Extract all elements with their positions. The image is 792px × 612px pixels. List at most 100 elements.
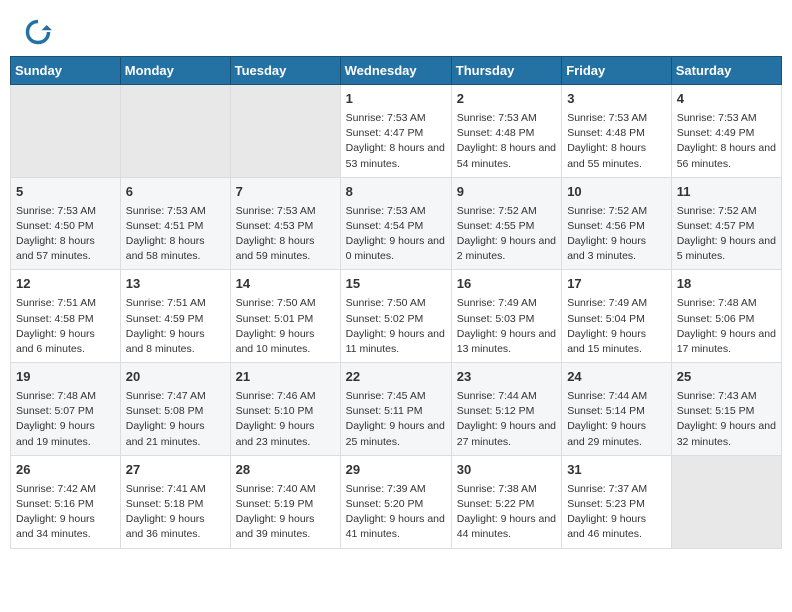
calendar-cell: 2 Sunrise: 7:53 AM Sunset: 4:48 PM Daylig… (451, 85, 561, 178)
day-info: Sunrise: 7:48 AM Sunset: 5:06 PM Dayligh… (677, 296, 776, 357)
day-info: Sunrise: 7:47 AM Sunset: 5:08 PM Dayligh… (126, 389, 225, 450)
day-number: 17 (567, 275, 666, 294)
day-info: Sunrise: 7:51 AM Sunset: 4:58 PM Dayligh… (16, 296, 115, 357)
day-info: Sunrise: 7:53 AM Sunset: 4:51 PM Dayligh… (126, 204, 225, 265)
day-number: 23 (457, 368, 556, 387)
day-info: Sunrise: 7:38 AM Sunset: 5:22 PM Dayligh… (457, 482, 556, 543)
day-number: 13 (126, 275, 225, 294)
day-number: 9 (457, 183, 556, 202)
calendar-cell: 6 Sunrise: 7:53 AM Sunset: 4:51 PM Daylig… (120, 177, 230, 270)
day-info: Sunrise: 7:52 AM Sunset: 4:55 PM Dayligh… (457, 204, 556, 265)
calendar-cell: 17 Sunrise: 7:49 AM Sunset: 5:04 PM Dayli… (562, 270, 672, 363)
day-info: Sunrise: 7:50 AM Sunset: 5:01 PM Dayligh… (236, 296, 335, 357)
day-number: 28 (236, 461, 335, 480)
calendar-cell: 7Sunrise: 7:53 AM Sunset: 4:53 PM Daylig… (230, 177, 340, 270)
day-info: Sunrise: 7:39 AM Sunset: 5:20 PM Dayligh… (346, 482, 446, 543)
weekday-header-tuesday: Tuesday (230, 57, 340, 85)
calendar-cell: 25Sunrise: 7:43 AM Sunset: 5:15 PM Dayli… (671, 363, 781, 456)
weekday-header-friday: Friday (562, 57, 672, 85)
day-number: 25 (677, 368, 776, 387)
day-info: Sunrise: 7:53 AM Sunset: 4:50 PM Dayligh… (16, 204, 115, 265)
day-number: 24 (567, 368, 666, 387)
calendar-cell: 20 Sunrise: 7:47 AM Sunset: 5:08 PM Dayli… (120, 363, 230, 456)
calendar-cell: 18Sunrise: 7:48 AM Sunset: 5:06 PM Dayli… (671, 270, 781, 363)
day-number: 10 (567, 183, 666, 202)
week-row-5: 26Sunrise: 7:42 AM Sunset: 5:16 PM Dayli… (11, 455, 782, 548)
calendar-cell (230, 85, 340, 178)
day-info: Sunrise: 7:37 AM Sunset: 5:23 PM Dayligh… (567, 482, 666, 543)
day-number: 30 (457, 461, 556, 480)
calendar-cell: 22 Sunrise: 7:45 AM Sunset: 5:11 PM Dayli… (340, 363, 451, 456)
calendar-cell: 4 Sunrise: 7:53 AM Sunset: 4:49 PM Daylig… (671, 85, 781, 178)
day-number: 19 (16, 368, 115, 387)
week-row-4: 19 Sunrise: 7:48 AM Sunset: 5:07 PM Dayli… (11, 363, 782, 456)
day-number: 27 (126, 461, 225, 480)
calendar-wrapper: SundayMondayTuesdayWednesdayThursdayFrid… (0, 56, 792, 559)
weekday-header-wednesday: Wednesday (340, 57, 451, 85)
week-row-2: 5 Sunrise: 7:53 AM Sunset: 4:50 PM Daylig… (11, 177, 782, 270)
calendar-cell: 15 Sunrise: 7:50 AM Sunset: 5:02 PM Dayli… (340, 270, 451, 363)
day-number: 29 (346, 461, 446, 480)
calendar-cell: 8 Sunrise: 7:53 AM Sunset: 4:54 PM Daylig… (340, 177, 451, 270)
week-row-1: 1 Sunrise: 7:53 AM Sunset: 4:47 PM Daylig… (11, 85, 782, 178)
calendar-cell: 28 Sunrise: 7:40 AM Sunset: 5:19 PM Dayli… (230, 455, 340, 548)
calendar-cell: 16Sunrise: 7:49 AM Sunset: 5:03 PM Dayli… (451, 270, 561, 363)
weekday-header-monday: Monday (120, 57, 230, 85)
day-number: 22 (346, 368, 446, 387)
calendar-cell: 21Sunrise: 7:46 AM Sunset: 5:10 PM Dayli… (230, 363, 340, 456)
day-number: 11 (677, 183, 776, 202)
day-number: 1 (346, 90, 446, 109)
calendar-cell: 30 Sunrise: 7:38 AM Sunset: 5:22 PM Dayli… (451, 455, 561, 548)
calendar-cell: 29 Sunrise: 7:39 AM Sunset: 5:20 PM Dayli… (340, 455, 451, 548)
day-number: 2 (457, 90, 556, 109)
weekday-header-saturday: Saturday (671, 57, 781, 85)
day-number: 3 (567, 90, 666, 109)
day-info: Sunrise: 7:53 AM Sunset: 4:54 PM Dayligh… (346, 204, 446, 265)
calendar-cell: 26Sunrise: 7:42 AM Sunset: 5:16 PM Dayli… (11, 455, 121, 548)
day-number: 14 (236, 275, 335, 294)
day-number: 15 (346, 275, 446, 294)
day-number: 12 (16, 275, 115, 294)
day-info: Sunrise: 7:53 AM Sunset: 4:48 PM Dayligh… (457, 111, 556, 172)
day-info: Sunrise: 7:53 AM Sunset: 4:47 PM Dayligh… (346, 111, 446, 172)
day-info: Sunrise: 7:53 AM Sunset: 4:49 PM Dayligh… (677, 111, 776, 172)
calendar-cell: 9 Sunrise: 7:52 AM Sunset: 4:55 PM Daylig… (451, 177, 561, 270)
day-info: Sunrise: 7:40 AM Sunset: 5:19 PM Dayligh… (236, 482, 335, 543)
day-number: 5 (16, 183, 115, 202)
calendar-cell: 24 Sunrise: 7:44 AM Sunset: 5:14 PM Dayli… (562, 363, 672, 456)
day-number: 31 (567, 461, 666, 480)
weekday-header-thursday: Thursday (451, 57, 561, 85)
day-info: Sunrise: 7:49 AM Sunset: 5:03 PM Dayligh… (457, 296, 556, 357)
day-number: 6 (126, 183, 225, 202)
day-info: Sunrise: 7:50 AM Sunset: 5:02 PM Dayligh… (346, 296, 446, 357)
day-info: Sunrise: 7:52 AM Sunset: 4:57 PM Dayligh… (677, 204, 776, 265)
calendar-table: SundayMondayTuesdayWednesdayThursdayFrid… (10, 56, 782, 549)
calendar-cell: 14 Sunrise: 7:50 AM Sunset: 5:01 PM Dayli… (230, 270, 340, 363)
calendar-cell (120, 85, 230, 178)
day-number: 8 (346, 183, 446, 202)
logo-icon (24, 18, 52, 46)
day-number: 26 (16, 461, 115, 480)
calendar-cell (671, 455, 781, 548)
calendar-cell: 27Sunrise: 7:41 AM Sunset: 5:18 PM Dayli… (120, 455, 230, 548)
week-row-3: 12 Sunrise: 7:51 AM Sunset: 4:58 PM Dayli… (11, 270, 782, 363)
day-info: Sunrise: 7:44 AM Sunset: 5:12 PM Dayligh… (457, 389, 556, 450)
day-number: 7 (236, 183, 335, 202)
day-info: Sunrise: 7:45 AM Sunset: 5:11 PM Dayligh… (346, 389, 446, 450)
weekday-header-sunday: Sunday (11, 57, 121, 85)
calendar-cell: 10Sunrise: 7:52 AM Sunset: 4:56 PM Dayli… (562, 177, 672, 270)
day-info: Sunrise: 7:48 AM Sunset: 5:07 PM Dayligh… (16, 389, 115, 450)
calendar-cell: 12 Sunrise: 7:51 AM Sunset: 4:58 PM Dayli… (11, 270, 121, 363)
day-info: Sunrise: 7:44 AM Sunset: 5:14 PM Dayligh… (567, 389, 666, 450)
calendar-cell: 31 Sunrise: 7:37 AM Sunset: 5:23 PM Dayli… (562, 455, 672, 548)
calendar-cell: 23 Sunrise: 7:44 AM Sunset: 5:12 PM Dayli… (451, 363, 561, 456)
day-info: Sunrise: 7:49 AM Sunset: 5:04 PM Dayligh… (567, 296, 666, 357)
calendar-cell: 1 Sunrise: 7:53 AM Sunset: 4:47 PM Daylig… (340, 85, 451, 178)
day-number: 20 (126, 368, 225, 387)
day-info: Sunrise: 7:46 AM Sunset: 5:10 PM Dayligh… (236, 389, 335, 450)
calendar-cell (11, 85, 121, 178)
calendar-cell: 3Sunrise: 7:53 AM Sunset: 4:48 PM Daylig… (562, 85, 672, 178)
weekday-header-row: SundayMondayTuesdayWednesdayThursdayFrid… (11, 57, 782, 85)
page-header (0, 0, 792, 56)
day-number: 4 (677, 90, 776, 109)
